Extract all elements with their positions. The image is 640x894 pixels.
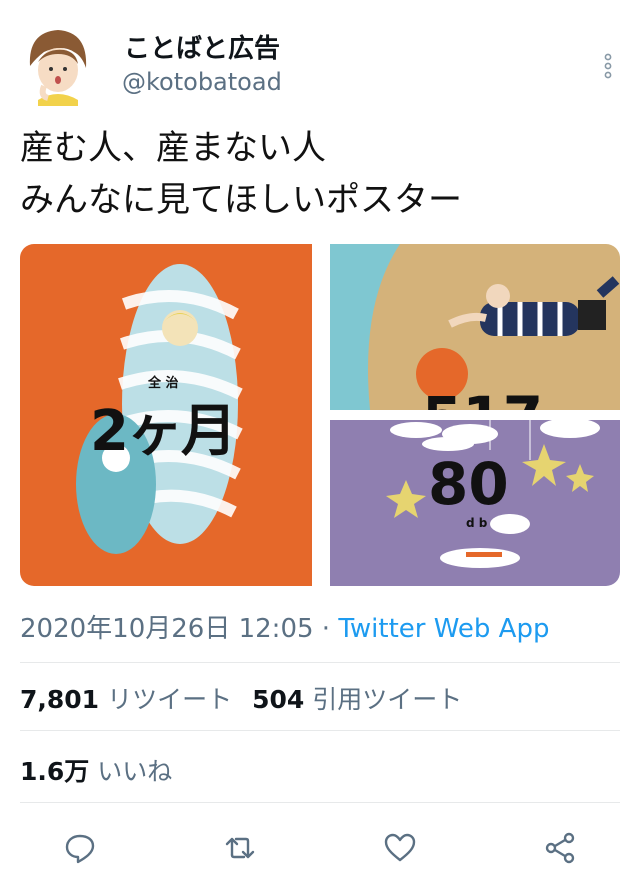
likes-count[interactable]: 1.6万 — [20, 757, 89, 786]
retweets-label[interactable]: リツイート — [107, 685, 232, 714]
media-image-2[interactable]: 517 — [330, 244, 620, 410]
poster-1-headline: 2ヶ月 — [90, 399, 237, 464]
meta-separator: · — [313, 614, 339, 644]
user-handle[interactable]: @kotobatoad — [122, 68, 282, 96]
display-name[interactable]: ことばと広告 — [124, 28, 280, 65]
tweet-text: 産む人、産まない人 みんなに見てほしいポスター — [20, 122, 620, 226]
tweet-meta: 2020年10月26日 12:05 · Twitter Web App — [20, 608, 549, 645]
likes-label[interactable]: いいね — [97, 757, 172, 786]
poster-3-unit: d b — [466, 516, 488, 530]
media-image-3[interactable]: 80 d b — [330, 420, 620, 586]
tweet-text-line: みんなに見てほしいポスター — [20, 180, 462, 220]
quotes-count[interactable]: 504 — [252, 685, 304, 714]
media-grid: 全 治 2ヶ月 517 — [20, 244, 620, 586]
reply-button[interactable] — [60, 828, 100, 868]
divider — [20, 662, 620, 663]
more-vertical-icon[interactable] — [600, 52, 616, 80]
source-app-link[interactable]: Twitter Web App — [338, 614, 549, 644]
media-image-1[interactable]: 全 治 2ヶ月 — [20, 244, 312, 586]
divider — [20, 730, 620, 731]
retweets-count[interactable]: 7,801 — [20, 685, 99, 714]
tweet-text-line: 産む人、産まない人 — [20, 128, 326, 168]
poster-3-headline: 80 — [428, 450, 509, 518]
retweet-button[interactable] — [220, 828, 260, 868]
poster-2-headline: 517 — [422, 384, 543, 410]
like-button[interactable] — [380, 828, 420, 868]
avatar[interactable] — [22, 22, 94, 106]
reply-icon — [65, 834, 95, 864]
timestamp[interactable]: 2020年10月26日 12:05 — [20, 614, 314, 644]
heart-icon — [384, 833, 416, 862]
retweet-stats: 7,801 リツイート 504 引用ツイート — [20, 680, 482, 716]
like-stats: 1.6万 いいね — [20, 752, 192, 788]
divider — [20, 802, 620, 803]
retweet-icon — [225, 837, 255, 859]
share-icon — [545, 832, 575, 864]
quotes-label[interactable]: 引用ツイート — [312, 685, 462, 714]
share-button[interactable] — [540, 828, 580, 868]
